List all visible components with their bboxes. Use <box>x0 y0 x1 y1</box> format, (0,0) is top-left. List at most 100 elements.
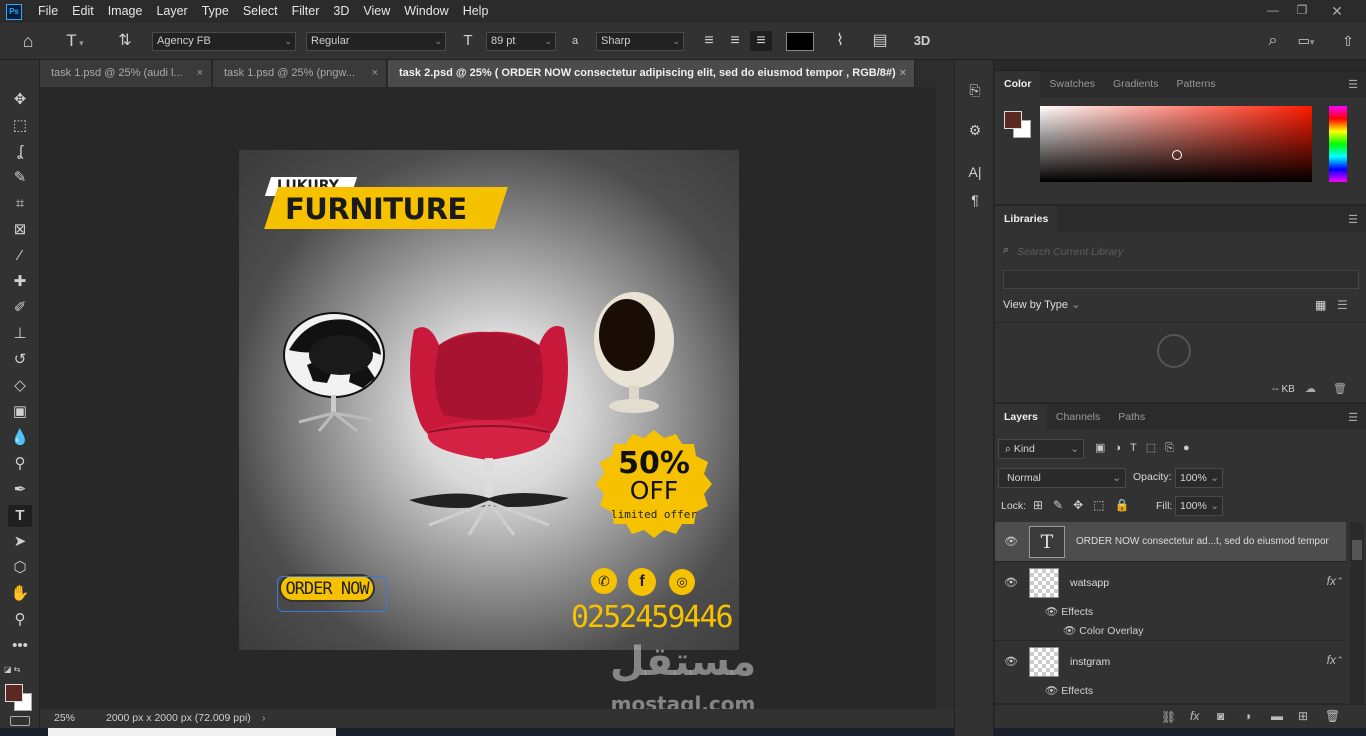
fx-icon[interactable]: fx <box>1327 574 1336 588</box>
layer-row-text[interactable]: 👁 T ORDER NOW consectetur ad...t, sed do… <box>995 522 1346 562</box>
tab-gradients[interactable]: Gradients <box>1104 71 1168 97</box>
zoom-level[interactable]: 25% <box>54 709 75 728</box>
default-colors-icon[interactable]: ◪ ⇆ <box>4 665 20 674</box>
menu-window[interactable]: Window <box>397 0 455 23</box>
quick-mask-icon[interactable] <box>10 716 30 726</box>
shape-tool-icon[interactable]: ⬡ <box>8 557 32 579</box>
properties-panel-icon[interactable]: ⚙ <box>965 122 985 142</box>
layer-row-instgram[interactable]: 👁 instgram fx ⌃ 👁 Effects <box>995 642 1346 704</box>
search-icon[interactable]: ⌕ <box>1263 31 1283 51</box>
toggle-text-orientation-icon[interactable]: ⇅ <box>112 31 138 51</box>
layer-filter-icons[interactable]: ▣◑T⬚⎘● <box>1095 441 1199 455</box>
tab-patterns[interactable]: Patterns <box>1167 71 1224 97</box>
taskbar-search-box[interactable] <box>48 728 336 736</box>
align-right-icon[interactable]: ≡ <box>750 31 772 51</box>
library-select[interactable] <box>1003 270 1359 289</box>
panel-menu-icon[interactable]: ☰ <box>1348 78 1358 91</box>
warp-text-icon[interactable]: ⌇ <box>830 31 850 51</box>
effect-eye-icon[interactable]: 👁 <box>1045 606 1058 618</box>
document-info[interactable]: 2000 px x 2000 px (72.009 ppi) <box>106 709 251 728</box>
dodge-tool-icon[interactable]: ⚲ <box>8 453 32 475</box>
fill-input[interactable]: 100% ⌄ <box>1175 496 1223 516</box>
layer-name[interactable]: instgram <box>1070 642 1110 682</box>
workspace-icon[interactable]: ▭▾ <box>1292 31 1320 52</box>
font-family-select[interactable]: Agency FB ⌄ <box>152 32 296 51</box>
close-tab-icon[interactable]: × <box>900 60 906 87</box>
opacity-input[interactable]: 100% ⌄ <box>1175 468 1223 488</box>
effect-eye-icon[interactable]: 👁 <box>1063 625 1076 637</box>
history-panel-icon[interactable]: ⎘ <box>965 82 985 102</box>
effects-row[interactable]: 👁 Effects <box>1045 682 1093 701</box>
lock-icons[interactable]: ⊞✎✥⬚🔒 <box>1033 498 1139 512</box>
share-icon[interactable]: ⇧ <box>1335 31 1361 51</box>
menu-type[interactable]: Type <box>195 0 236 23</box>
history-brush-tool-icon[interactable]: ↺ <box>8 349 32 371</box>
trash-icon[interactable]: 🗑 <box>1333 382 1347 395</box>
new-layer-icon[interactable]: ⊞ <box>1298 709 1308 723</box>
filter-kind-select[interactable]: ⌕ Kind ⌄ <box>998 439 1084 459</box>
layer-name[interactable]: watsapp <box>1070 563 1109 603</box>
clone-stamp-tool-icon[interactable]: ⊥ <box>8 323 32 345</box>
new-group-icon[interactable]: ▬ <box>1271 709 1283 723</box>
menu-help[interactable]: Help <box>456 0 496 23</box>
path-select-tool-icon[interactable]: ➤ <box>8 531 32 553</box>
foreground-color-swatch[interactable] <box>5 684 23 702</box>
color-field[interactable] <box>1040 106 1312 182</box>
visibility-eye-icon[interactable]: 👁 <box>1004 535 1018 548</box>
text-color-swatch[interactable] <box>786 32 814 51</box>
font-style-select[interactable]: Regular ⌄ <box>306 32 446 51</box>
zoom-tool-icon[interactable]: ⚲ <box>8 609 32 631</box>
tab-task1-pngw[interactable]: task 1.psd @ 25% (pngw... × <box>213 60 387 87</box>
character-panel-icon[interactable]: A| <box>965 164 985 184</box>
view-by-type[interactable]: View by Type ⌄ <box>1003 298 1080 311</box>
brush-tool-icon[interactable]: ✐ <box>8 297 32 319</box>
color-foreground-swatch[interactable] <box>1004 111 1022 129</box>
frame-tool-icon[interactable]: ⊠ <box>8 219 32 241</box>
3d-button[interactable]: 3D <box>910 31 934 51</box>
crop-tool-icon[interactable]: ⌗ <box>8 193 32 215</box>
quick-select-tool-icon[interactable]: ✎ <box>8 167 32 189</box>
panel-menu-icon[interactable]: ☰ <box>1348 411 1358 424</box>
character-panel-icon[interactable]: ▤ <box>870 31 890 51</box>
tab-libraries[interactable]: Libraries <box>995 206 1058 232</box>
tab-color[interactable]: Color <box>995 71 1041 97</box>
close-tab-icon[interactable]: × <box>197 60 203 87</box>
menu-select[interactable]: Select <box>236 0 285 23</box>
library-search-input[interactable]: Search Current Library <box>1017 243 1353 261</box>
adjustment-layer-icon[interactable]: ◑ <box>1244 709 1251 723</box>
font-size-select[interactable]: 89 pt ⌄ <box>486 32 556 51</box>
lasso-tool-icon[interactable]: ʆ <box>8 141 32 163</box>
menu-image[interactable]: Image <box>101 0 150 23</box>
close-window-icon[interactable]: ✕ <box>1326 3 1348 19</box>
pen-tool-icon[interactable]: ✒ <box>8 479 32 501</box>
grid-view-icon[interactable]: ▦ <box>1315 298 1326 312</box>
vertical-scrollbar[interactable] <box>936 87 954 709</box>
layer-name[interactable]: ORDER NOW consectetur ad...t, sed do eiu… <box>1076 522 1329 562</box>
home-icon[interactable]: ⌂ <box>14 31 42 51</box>
color-picker-cursor[interactable] <box>1172 150 1182 160</box>
tab-task2-active[interactable]: task 2.psd @ 25% ( ORDER NOW consectetur… <box>388 60 915 87</box>
layers-scrollbar[interactable] <box>1350 522 1364 704</box>
eyedropper-tool-icon[interactable]: ⁄ <box>8 245 32 267</box>
restore-icon[interactable]: ❐ <box>1291 3 1313 19</box>
visibility-eye-icon[interactable]: 👁 <box>1004 655 1018 668</box>
cloud-sync-icon[interactable]: ☁ <box>1305 382 1316 395</box>
menu-filter[interactable]: Filter <box>285 0 327 23</box>
more-tools-icon[interactable]: ••• <box>8 635 32 657</box>
tab-paths[interactable]: Paths <box>1109 404 1154 430</box>
align-left-icon[interactable]: ≡ <box>699 31 719 51</box>
menu-layer[interactable]: Layer <box>149 0 194 23</box>
add-mask-icon[interactable]: ◙ <box>1217 709 1224 723</box>
move-tool-icon[interactable]: ✥ <box>8 89 32 111</box>
menu-3d[interactable]: 3D <box>326 0 356 23</box>
add-style-fx-icon[interactable]: fx <box>1190 709 1199 723</box>
antialias-select[interactable]: Sharp ⌄ <box>596 32 684 51</box>
collapse-effects-icon[interactable]: ⌃ <box>1336 576 1344 587</box>
collapse-effects-icon[interactable]: ⌃ <box>1336 655 1344 666</box>
blur-tool-icon[interactable]: 💧 <box>8 427 32 449</box>
status-menu-arrow-icon[interactable]: › <box>262 709 266 728</box>
link-layers-icon[interactable]: ⛓ <box>1161 710 1176 724</box>
tab-swatches[interactable]: Swatches <box>1040 71 1104 97</box>
blend-mode-select[interactable]: Normal ⌄ <box>998 468 1126 488</box>
tab-layers[interactable]: Layers <box>995 404 1047 430</box>
